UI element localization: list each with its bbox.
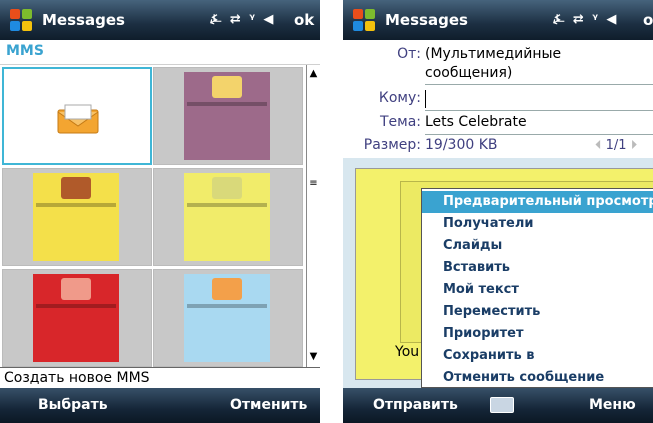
template-card <box>33 173 119 261</box>
sync-icon: ⍼ <box>553 12 567 27</box>
divider <box>425 134 653 135</box>
template-card <box>184 173 270 261</box>
sync-icon: ⍼ <box>210 12 224 27</box>
template-picture <box>61 177 91 199</box>
menu-item-recipients[interactable]: Получатели <box>422 213 653 235</box>
prev-page-icon[interactable]: ⏴ <box>595 138 602 153</box>
right-phone-screen: Messages ⍼ ⇄ ᵞ ◀ ok От: (Мультимедийные … <box>343 0 653 423</box>
template-text-line <box>187 102 267 106</box>
status-icons[interactable]: ⍼ ⇄ ᵞ ◀ <box>210 12 275 27</box>
subject-field[interactable]: Lets Celebrate <box>425 114 527 130</box>
menu-item-save-to[interactable]: Сохранить в <box>422 345 653 367</box>
template-picture <box>212 278 242 300</box>
title-bar: Messages ⍼ ⇄ ᵞ ◀ ok <box>343 0 653 40</box>
envelope-icon <box>57 104 99 134</box>
template-picture <box>61 278 91 300</box>
divider <box>425 84 653 85</box>
divider <box>425 110 653 111</box>
signal-icon: ᵞ <box>249 12 257 27</box>
template-thumb[interactable] <box>153 67 303 165</box>
slide-text: You <box>395 344 420 360</box>
create-new-mms-label: Создать новое MMS <box>4 370 150 386</box>
context-menu: Предварительный просмотр Получатели Слай… <box>421 188 653 388</box>
ok-button[interactable]: ok <box>294 11 314 29</box>
ok-button[interactable]: ok <box>643 11 653 29</box>
volume-icon: ◀ <box>263 12 276 27</box>
size-label: Размер: <box>363 137 421 153</box>
menu-item-priority[interactable]: Приоритет <box>422 323 653 345</box>
template-text-line <box>36 203 116 207</box>
menu-item-cancel-message[interactable]: Отменить сообщение <box>422 367 653 389</box>
template-thumb[interactable] <box>2 269 152 367</box>
windows-start-icon[interactable] <box>10 9 32 31</box>
signal-icon: ᵞ <box>592 12 600 27</box>
template-card <box>184 274 270 362</box>
template-blank[interactable] <box>2 67 152 165</box>
subject-label: Тема: <box>379 114 421 130</box>
template-text-line <box>187 304 267 308</box>
scrollbar[interactable]: ▲ ≡ ▼ <box>306 65 320 367</box>
status-icons[interactable]: ⍼ ⇄ ᵞ ◀ <box>553 12 618 27</box>
template-picture <box>212 177 242 199</box>
template-text-line <box>36 304 116 308</box>
create-new-mms-item[interactable]: Создать новое MMS <box>0 367 320 390</box>
scroll-thumb-grip-icon[interactable]: ≡ <box>308 177 319 191</box>
softkey-bar: Отправить Меню <box>343 388 653 423</box>
template-picture <box>212 76 242 98</box>
template-thumb[interactable] <box>2 168 152 266</box>
menu-item-my-text[interactable]: Мой текст <box>422 279 653 301</box>
message-header-fields: От: (Мультимедийные сообщения) Кому: Тем… <box>343 40 653 158</box>
keyboard-icon[interactable] <box>490 397 514 413</box>
menu-item-move[interactable]: Переместить <box>422 301 653 323</box>
connection-icon: ⇄ <box>572 12 586 27</box>
volume-icon: ◀ <box>606 12 619 27</box>
connection-icon: ⇄ <box>229 12 243 27</box>
to-label: Кому: <box>378 90 421 106</box>
menu-item-slides[interactable]: Слайды <box>422 235 653 257</box>
section-title: MMS <box>6 43 44 59</box>
page-indicator-label: 1/1 <box>605 138 627 153</box>
app-title: Messages <box>385 11 468 29</box>
template-thumb[interactable] <box>153 269 303 367</box>
scroll-down-arrow-icon[interactable]: ▼ <box>308 350 319 364</box>
from-value-line1: (Мультимедийные <box>425 46 562 62</box>
windows-start-icon[interactable] <box>353 9 375 31</box>
to-field[interactable] <box>425 90 653 108</box>
left-phone-screen: Messages ⍼ ⇄ ᵞ ◀ ok MMS ▲ ≡ ▼ Создать но… <box>0 0 320 423</box>
template-card <box>33 274 119 362</box>
menu-softkey[interactable]: Меню <box>589 397 636 413</box>
softkey-bar: Выбрать Отменить <box>0 388 320 423</box>
template-thumb[interactable] <box>153 168 303 266</box>
section-header: MMS <box>0 40 320 65</box>
send-softkey[interactable]: Отправить <box>373 397 458 413</box>
size-value: 19/300 KB <box>425 137 498 153</box>
select-softkey[interactable]: Выбрать <box>38 397 108 413</box>
menu-item-preview[interactable]: Предварительный просмотр <box>422 191 653 213</box>
from-label: От: <box>397 46 421 62</box>
next-page-icon[interactable]: ⏵ <box>631 138 638 153</box>
app-title: Messages <box>42 11 125 29</box>
page-indicator[interactable]: ⏴ 1/1 ⏵ <box>595 138 637 153</box>
cancel-softkey[interactable]: Отменить <box>230 397 307 413</box>
scroll-up-arrow-icon[interactable]: ▲ <box>308 67 319 81</box>
from-value-line2: сообщения) <box>425 65 513 81</box>
template-text-line <box>187 203 267 207</box>
template-grid <box>0 65 306 367</box>
menu-item-insert[interactable]: Вставить <box>422 257 653 279</box>
template-card <box>184 72 270 160</box>
title-bar: Messages ⍼ ⇄ ᵞ ◀ ok <box>0 0 320 40</box>
